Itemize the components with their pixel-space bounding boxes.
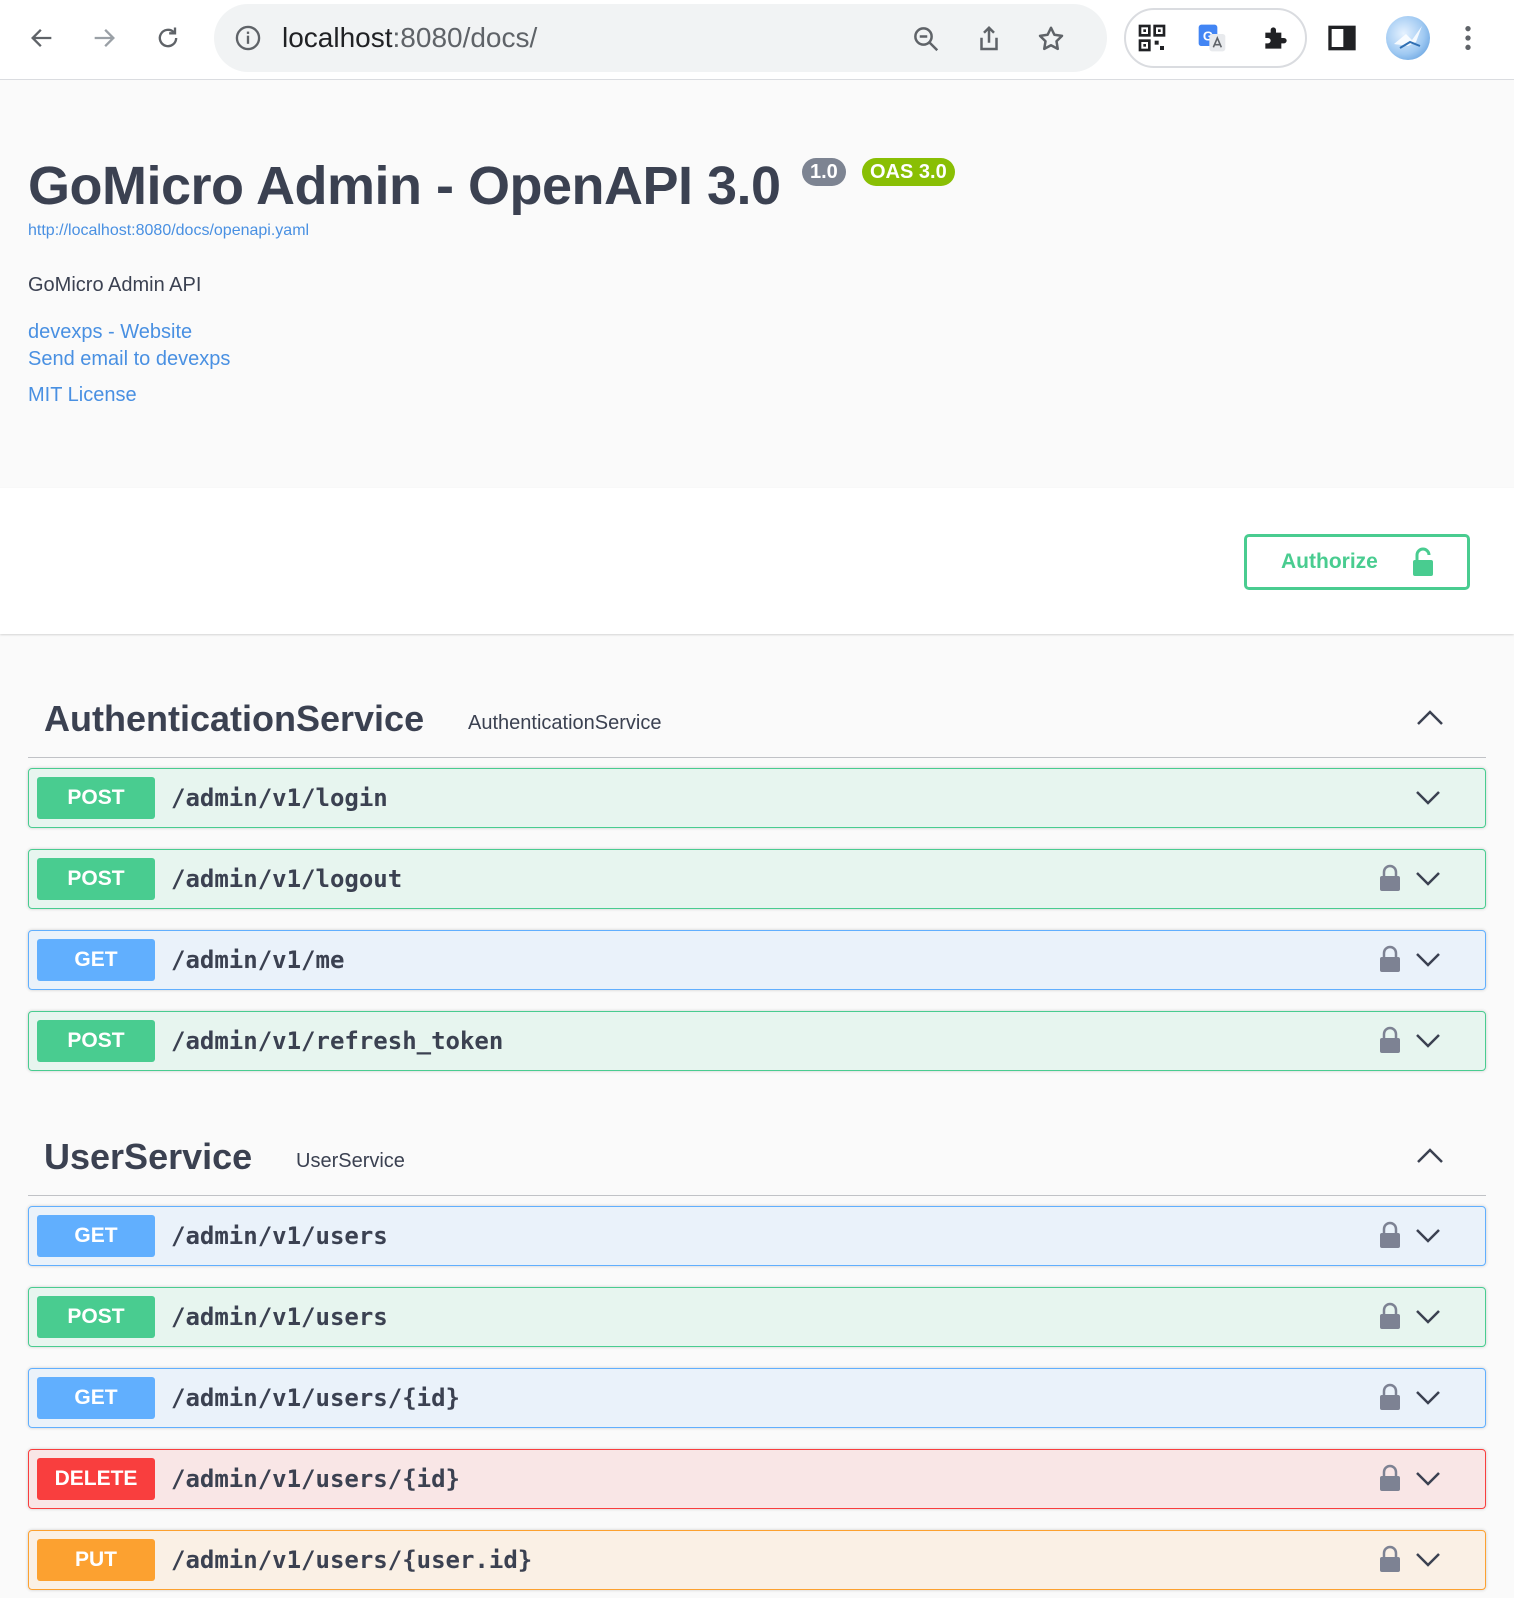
method-badge: DELETE: [37, 1458, 155, 1500]
lock-icon[interactable]: [1379, 1302, 1401, 1330]
scheme-container: Authorize: [0, 488, 1514, 634]
lock-icon[interactable]: [1379, 1383, 1401, 1411]
license-link[interactable]: MIT License: [28, 384, 137, 407]
authorize-button[interactable]: Authorize: [1244, 534, 1470, 590]
lock-icon[interactable]: [1379, 945, 1401, 973]
method-badge: PUT: [37, 1539, 155, 1581]
extensions-puzzle-icon[interactable]: [1260, 22, 1292, 54]
method-badge: GET: [37, 1377, 155, 1419]
oas-badge: OAS 3.0: [862, 158, 955, 186]
bookmark-star-icon[interactable]: [1036, 24, 1066, 54]
method-badge: GET: [37, 1215, 155, 1257]
lock-icon[interactable]: [1379, 1026, 1401, 1054]
opblock-post[interactable]: POST/admin/v1/login: [28, 768, 1486, 828]
api-info: GoMicro Admin - OpenAPI 3.0 1.0 OAS 3.0 …: [0, 80, 1514, 488]
chevron-up-icon[interactable]: [1414, 702, 1446, 734]
method-badge: POST: [37, 1020, 155, 1062]
chevron-down-icon[interactable]: [1413, 1026, 1443, 1056]
opblock-get[interactable]: GET/admin/v1/users/{id}: [28, 1368, 1486, 1428]
chevron-down-icon[interactable]: [1413, 1221, 1443, 1251]
method-badge: POST: [37, 1296, 155, 1338]
api-description: GoMicro Admin API: [28, 274, 202, 296]
endpoint-path: /admin/v1/users/{id}: [171, 1465, 460, 1493]
lock-icon[interactable]: [1379, 1221, 1401, 1249]
chevron-down-icon[interactable]: [1413, 783, 1443, 813]
zoom-icon[interactable]: [911, 24, 941, 54]
chevron-down-icon[interactable]: [1413, 864, 1443, 894]
info-icon[interactable]: [234, 24, 262, 52]
endpoint-path: /admin/v1/users/{id}: [171, 1384, 460, 1412]
endpoint-path: /admin/v1/login: [171, 784, 388, 812]
method-badge: POST: [37, 858, 155, 900]
chevron-down-icon[interactable]: [1413, 1383, 1443, 1413]
lock-icon[interactable]: [1379, 864, 1401, 892]
lock-icon[interactable]: [1379, 1545, 1401, 1573]
tag-name: UserService: [44, 1136, 253, 1177]
chevron-up-icon[interactable]: [1414, 1140, 1446, 1172]
address-bar[interactable]: localhost:8080/docs/: [214, 4, 1107, 72]
opblock-post[interactable]: POST/admin/v1/refresh_token: [28, 1011, 1486, 1071]
address-url: localhost:8080/docs/: [282, 22, 538, 53]
endpoint-path: /admin/v1/me: [171, 946, 345, 974]
method-badge: GET: [37, 939, 155, 981]
translate-icon[interactable]: G: [1196, 22, 1228, 54]
opblock-delete[interactable]: DELETE/admin/v1/users/{id}: [28, 1449, 1486, 1509]
tag-header-authenticationservice[interactable]: AuthenticationService AuthenticationServi…: [28, 676, 1486, 758]
forward-icon[interactable]: [84, 18, 124, 58]
tag-description: UserService: [296, 1150, 405, 1172]
opblock-get[interactable]: GET/admin/v1/me: [28, 930, 1486, 990]
endpoint-path: /admin/v1/users: [171, 1303, 388, 1331]
share-icon[interactable]: [974, 24, 1004, 54]
authorize-label: Authorize: [1281, 550, 1378, 573]
side-panel-icon[interactable]: [1326, 22, 1358, 54]
endpoint-path: /admin/v1/users/{user.id}: [171, 1546, 533, 1574]
reload-icon[interactable]: [148, 18, 188, 58]
qr-code-icon[interactable]: [1136, 22, 1168, 54]
endpoint-path: /admin/v1/logout: [171, 865, 403, 893]
opblock-put[interactable]: PUT/admin/v1/users/{user.id}: [28, 1530, 1486, 1590]
opblock-post[interactable]: POST/admin/v1/logout: [28, 849, 1486, 909]
tag-name: AuthenticationService: [44, 698, 425, 739]
method-badge: POST: [37, 777, 155, 819]
extensions-pill: G: [1124, 8, 1307, 68]
version-badge: 1.0: [802, 158, 846, 186]
chevron-down-icon[interactable]: [1413, 945, 1443, 975]
profile-avatar[interactable]: [1386, 16, 1430, 60]
tag-description: AuthenticationService: [468, 712, 662, 734]
browser-toolbar: localhost:8080/docs/ G: [0, 0, 1514, 80]
chevron-down-icon[interactable]: [1413, 1545, 1443, 1575]
website-link[interactable]: devexps - Website: [28, 321, 192, 344]
opblock-post[interactable]: POST/admin/v1/users: [28, 1287, 1486, 1347]
unlocked-icon: [1413, 547, 1433, 576]
more-menu-icon[interactable]: [1452, 22, 1484, 54]
back-icon[interactable]: [22, 18, 62, 58]
chevron-down-icon[interactable]: [1413, 1464, 1443, 1494]
endpoint-path: /admin/v1/users: [171, 1222, 388, 1250]
tag-header-userservice[interactable]: UserService UserService: [28, 1114, 1486, 1196]
spec-url-link[interactable]: http://localhost:8080/docs/openapi.yaml: [28, 222, 309, 240]
api-title: GoMicro Admin - OpenAPI 3.0: [28, 156, 781, 216]
lock-icon[interactable]: [1379, 1464, 1401, 1492]
opblock-get[interactable]: GET/admin/v1/users: [28, 1206, 1486, 1266]
endpoint-path: /admin/v1/refresh_token: [171, 1027, 504, 1055]
chevron-down-icon[interactable]: [1413, 1302, 1443, 1332]
email-link[interactable]: Send email to devexps: [28, 348, 230, 371]
